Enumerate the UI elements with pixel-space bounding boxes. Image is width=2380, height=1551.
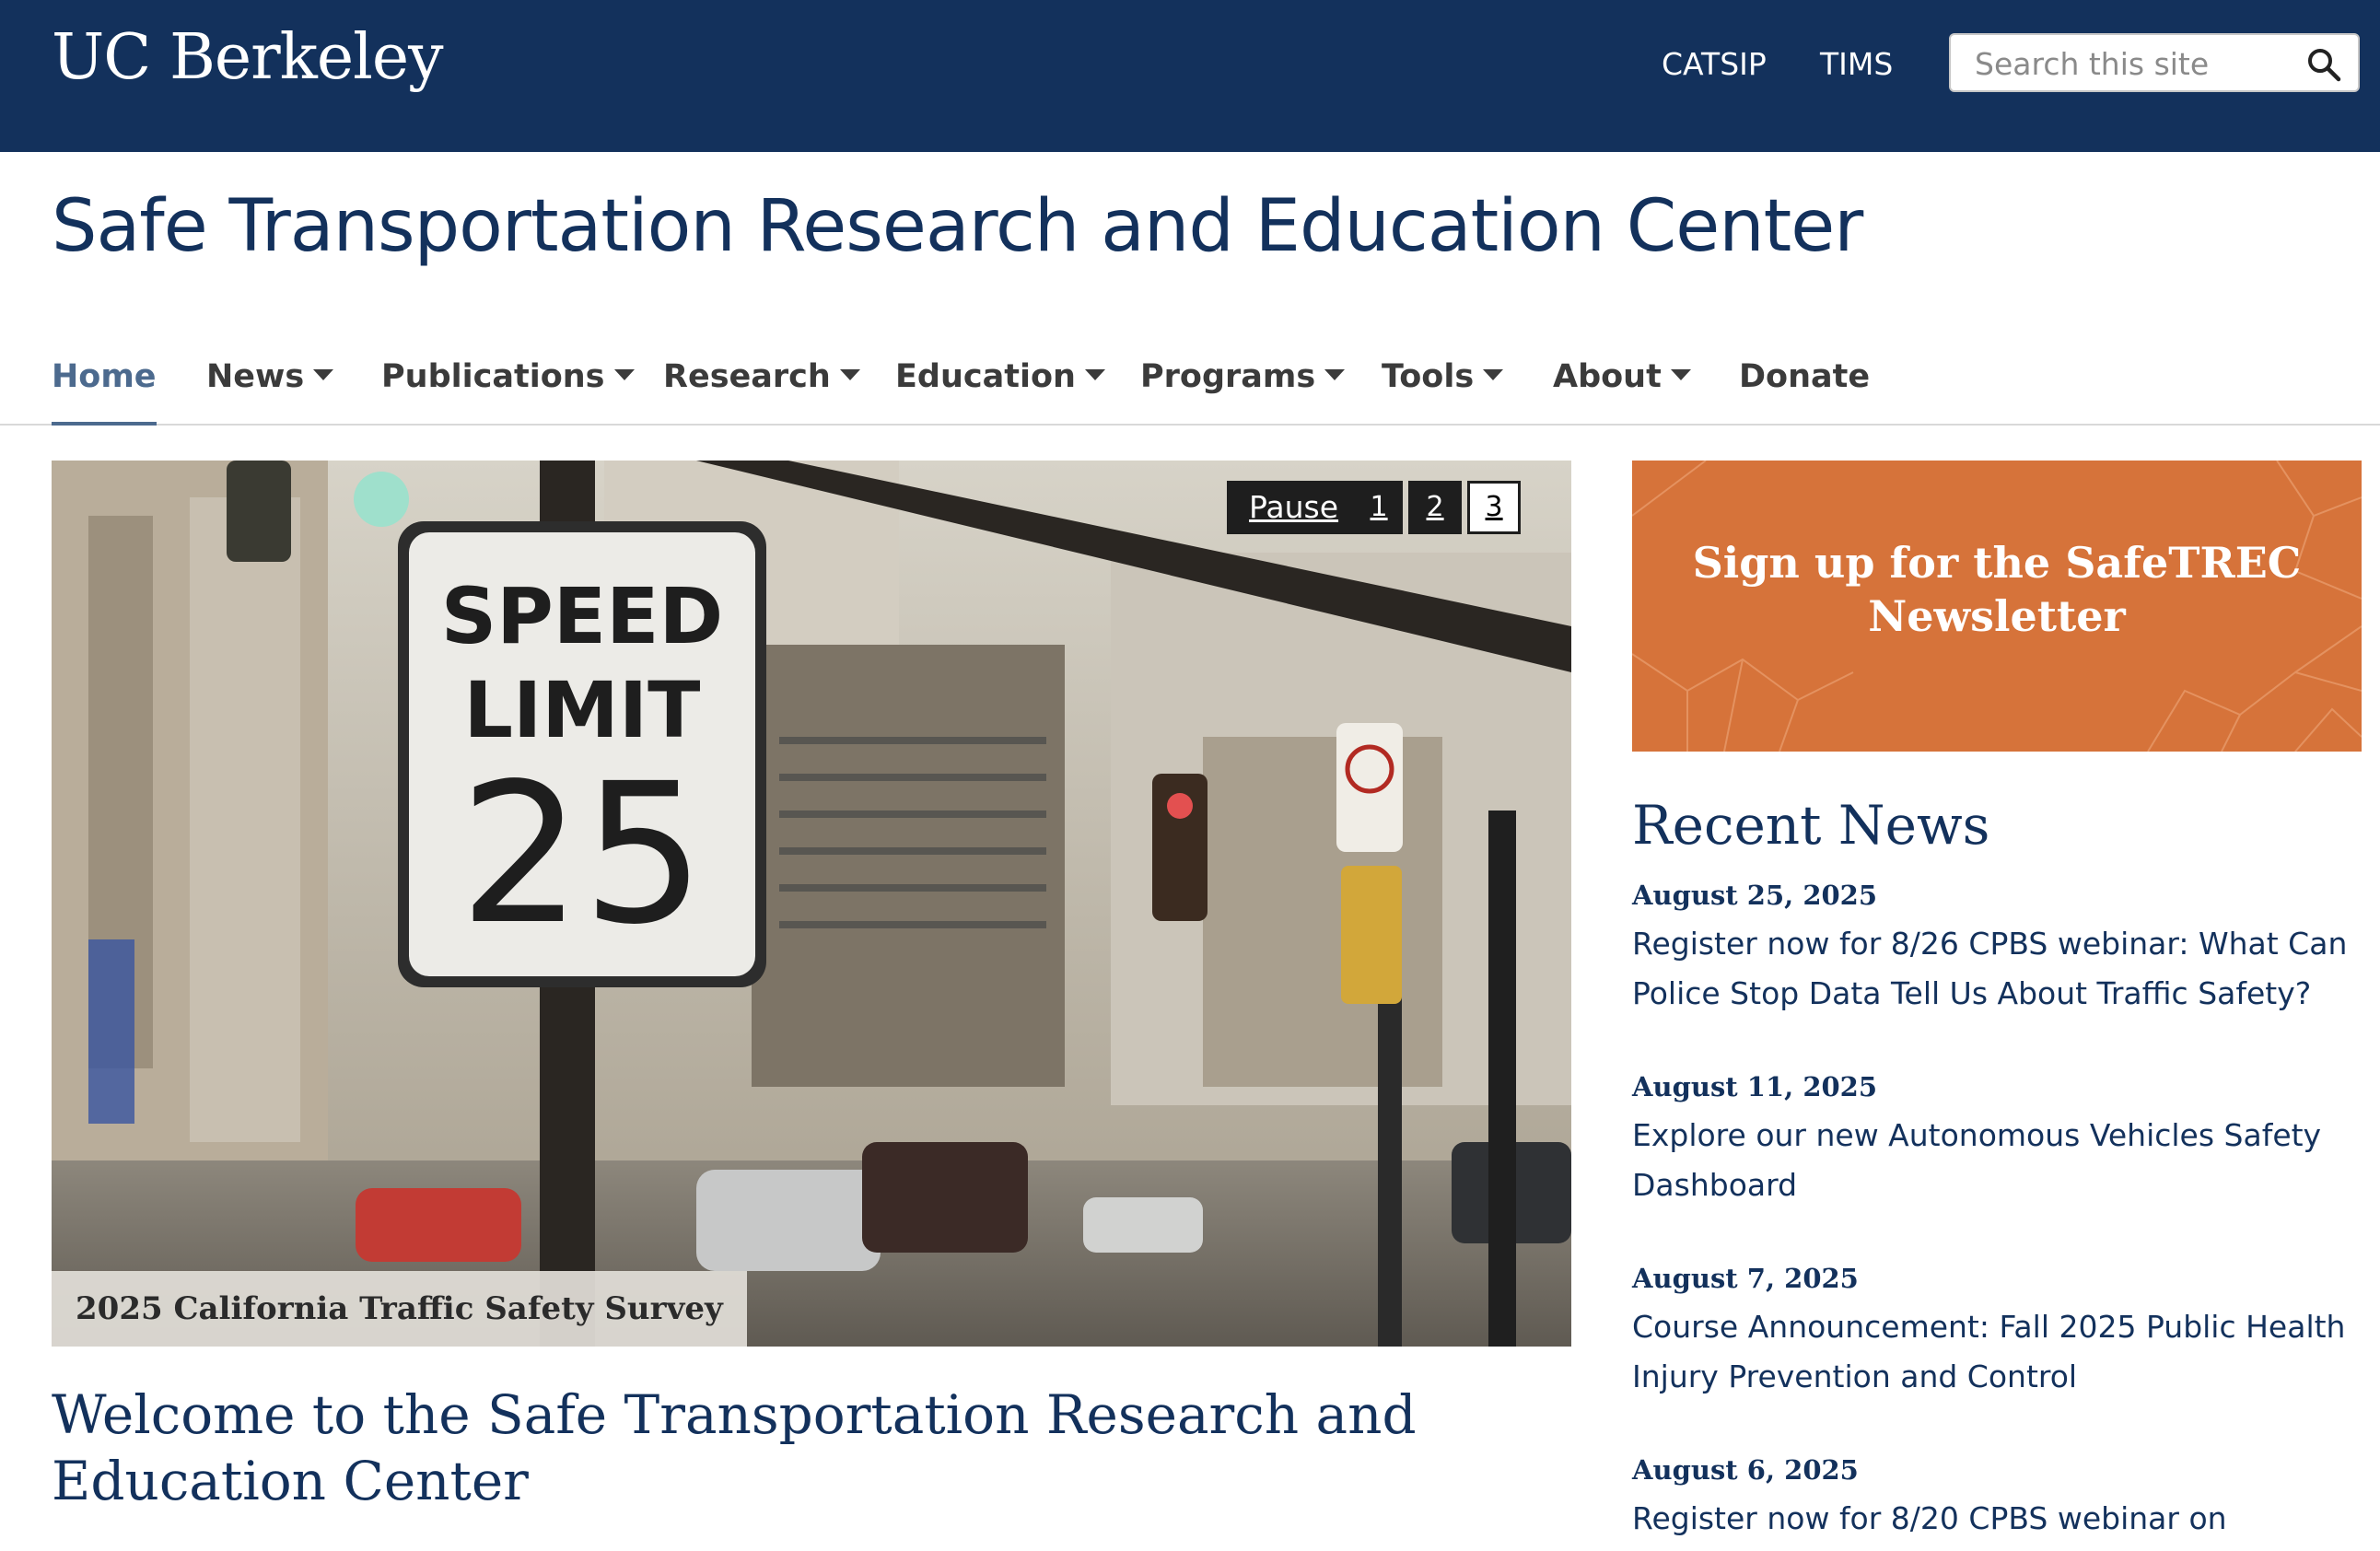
nav-tools-label: Tools [1382, 358, 1475, 395]
news-item: August 6, 2025 Register now for 8/20 CPB… [1632, 1450, 2362, 1544]
nav-research[interactable]: Research [663, 348, 860, 405]
search-input[interactable] [1973, 42, 2290, 85]
caret-down-icon [313, 369, 334, 380]
nav-research-label: Research [663, 358, 831, 395]
news-link[interactable]: Course Announcement: Fall 2025 Public He… [1632, 1302, 2362, 1402]
sign-line3: 25 [459, 741, 705, 967]
nav-publications-label: Publications [381, 358, 605, 395]
caret-down-icon [1084, 369, 1105, 380]
welcome-heading: Welcome to the Safe Transportation Resea… [52, 1383, 1417, 1512]
nav-home-label: Home [52, 358, 157, 395]
pause-button[interactable]: Pause [1227, 481, 1356, 534]
street-scene-image: SPEED LIMIT 25 [52, 461, 1571, 1347]
recent-news-title: Recent News [1632, 794, 1990, 857]
nav-programs-label: Programs [1140, 358, 1316, 395]
news-date: August 7, 2025 [1632, 1263, 1859, 1294]
news-link[interactable]: Register now for 8/26 CPBS webinar: What… [1632, 919, 2362, 1019]
tims-link[interactable]: TIMS [1820, 44, 1893, 85]
hero-slideshow[interactable]: SPEED LIMIT 25 Pause 1 2 3 2025 Californ… [52, 461, 1571, 1347]
slide-3-button[interactable]: 3 [1467, 481, 1522, 534]
caret-down-icon [1324, 369, 1346, 380]
caret-down-icon [839, 369, 860, 380]
news-date: August 11, 2025 [1632, 1071, 1878, 1102]
nav-donate[interactable]: Donate [1739, 348, 1870, 405]
nav-about-label: About [1553, 358, 1662, 395]
news-date: August 6, 2025 [1632, 1454, 1859, 1486]
catsip-link[interactable]: CATSIP [1662, 44, 1767, 85]
caret-down-icon [1670, 369, 1691, 380]
news-item: August 11, 2025 Explore our new Autonomo… [1632, 1067, 2362, 1210]
slideshow-controls: Pause 1 2 3 [1227, 481, 1522, 534]
sign-line1: SPEED [441, 571, 724, 661]
slide-2-button[interactable]: 2 [1408, 481, 1463, 534]
caret-down-icon [1483, 369, 1504, 380]
newsletter-signup-banner[interactable]: Sign up for the SafeTREC Newsletter [1632, 461, 2362, 752]
top-header: UC Berkeley CATSIP TIMS [0, 0, 2380, 152]
search-box [1949, 33, 2360, 92]
uc-berkeley-logo[interactable]: UC Berkeley [52, 20, 444, 96]
news-link[interactable]: Explore our new Autonomous Vehicles Safe… [1632, 1111, 2362, 1210]
nav-education[interactable]: Education [895, 348, 1105, 405]
main-nav: Home News Publications Research Educatio… [0, 332, 2380, 426]
nav-publications[interactable]: Publications [381, 348, 635, 405]
news-item: August 7, 2025 Course Announcement: Fall… [1632, 1258, 2362, 1402]
caret-down-icon [613, 369, 635, 380]
nav-news[interactable]: News [206, 348, 334, 405]
nav-tools[interactable]: Tools [1382, 348, 1504, 405]
nav-donate-label: Donate [1739, 358, 1871, 395]
slide-caption[interactable]: 2025 California Traffic Safety Survey [52, 1271, 747, 1347]
nav-education-label: Education [895, 358, 1076, 395]
newsletter-signup-text[interactable]: Sign up for the SafeTREC Newsletter [1632, 536, 2362, 643]
search-icon[interactable] [2306, 47, 2341, 82]
nav-programs[interactable]: Programs [1140, 348, 1346, 405]
site-title[interactable]: Safe Transportation Research and Educati… [52, 181, 1863, 273]
nav-news-label: News [206, 358, 305, 395]
nav-about[interactable]: About [1553, 348, 1691, 405]
news-item: August 25, 2025 Register now for 8/26 CP… [1632, 875, 2362, 1019]
nav-home[interactable]: Home [52, 348, 157, 426]
slide-1-button[interactable]: 1 [1355, 481, 1404, 534]
news-date: August 25, 2025 [1632, 880, 1878, 911]
news-link[interactable]: Register now for 8/20 CPBS webinar on [1632, 1494, 2362, 1544]
